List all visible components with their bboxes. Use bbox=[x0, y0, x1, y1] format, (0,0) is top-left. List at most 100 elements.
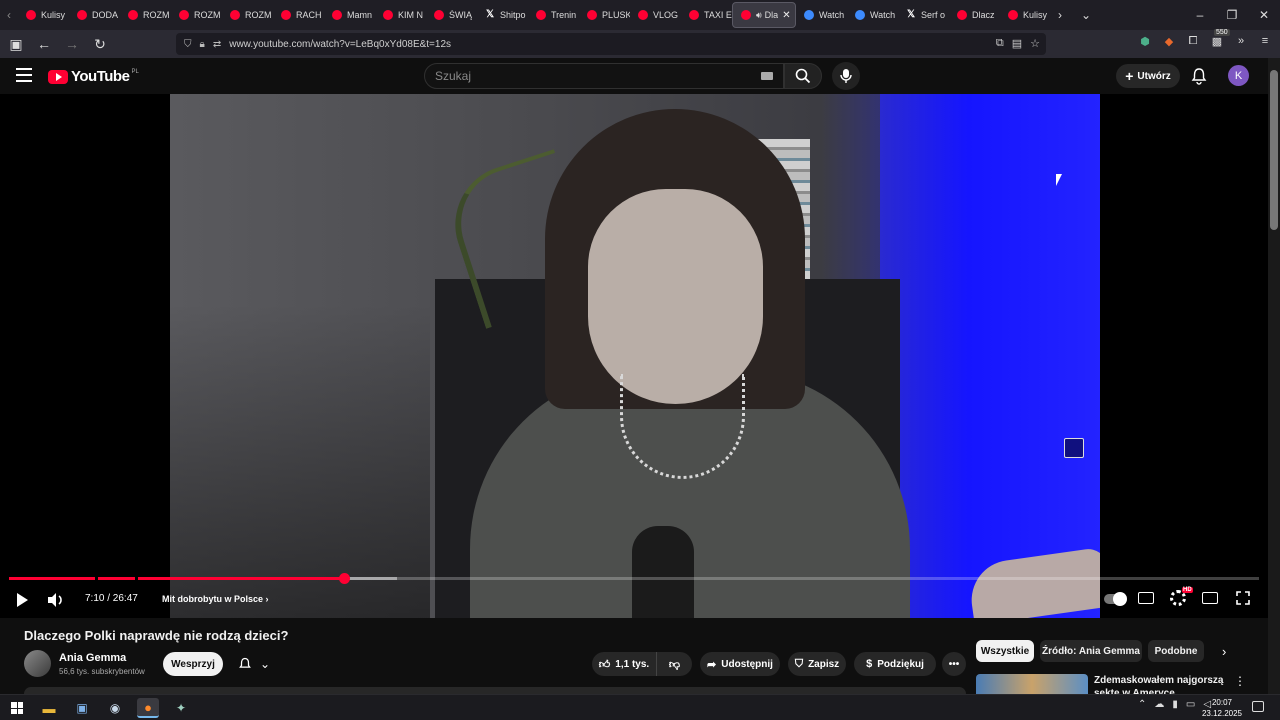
browser-tab[interactable]: Watch bbox=[796, 2, 847, 28]
like-button[interactable]: 👍︎ 1,1 tys. bbox=[592, 652, 656, 676]
voice-search-button[interactable] bbox=[832, 62, 860, 90]
sidebar-toggle-icon[interactable]: ▣ bbox=[4, 32, 28, 56]
browser-tab[interactable]: Kulisy bbox=[1000, 2, 1051, 28]
more-vertical-icon[interactable]: ⋮ bbox=[1234, 674, 1246, 688]
browser-tab[interactable]: Watch bbox=[847, 2, 898, 28]
thanks-button[interactable]: $ Podziękuj bbox=[854, 652, 936, 676]
extensions-puzzle-icon[interactable]: ⧠ bbox=[1186, 34, 1200, 48]
browser-tab[interactable]: KIM N bbox=[375, 2, 426, 28]
browser-tab[interactable]: 𝕏 Serf o bbox=[898, 2, 949, 28]
fox-extension-icon[interactable]: ◆ bbox=[1162, 34, 1176, 48]
browser-tab[interactable]: TAXI E bbox=[681, 2, 732, 28]
taskbar-clock[interactable]: 20:07 23.12.2025 bbox=[1196, 697, 1248, 719]
browser-tab[interactable]: 🔊︎ Dla ✕ bbox=[732, 2, 796, 28]
vpn-extension-icon[interactable]: ⬢ bbox=[1138, 34, 1152, 48]
tab-scroll-left-icon[interactable]: ‹ bbox=[0, 0, 18, 30]
browser-tab[interactable]: VLOG bbox=[630, 2, 681, 28]
share-button[interactable]: ➦ Udostępnij bbox=[700, 652, 780, 676]
usb-icon[interactable]: ▮ bbox=[1172, 699, 1178, 710]
browser-tab[interactable]: Trenin bbox=[528, 2, 579, 28]
firefox-icon[interactable]: ● bbox=[137, 698, 159, 718]
description-box[interactable] bbox=[24, 687, 966, 694]
forward-button[interactable]: → bbox=[60, 32, 84, 56]
network-icon[interactable]: ▭ bbox=[1186, 699, 1195, 710]
browser-tab[interactable]: ROZM bbox=[171, 2, 222, 28]
permissions-icon[interactable]: ⇄ bbox=[213, 39, 221, 50]
reload-button[interactable]: ↻ bbox=[88, 32, 112, 56]
guide-menu-icon[interactable] bbox=[16, 68, 32, 82]
more-actions-button[interactable]: ••• bbox=[942, 652, 966, 676]
browser-tab[interactable]: 𝕏 Shitpo bbox=[477, 2, 528, 28]
browser-tab[interactable]: ŚWIĄ bbox=[426, 2, 477, 28]
picture-in-picture-icon[interactable]: ⧉ bbox=[996, 37, 1004, 50]
chip-all[interactable]: Wszystkie bbox=[976, 640, 1034, 662]
browser-tab[interactable]: RACH bbox=[273, 2, 324, 28]
back-button[interactable]: ← bbox=[32, 32, 56, 56]
channel-name[interactable]: Ania Gemma bbox=[59, 652, 126, 664]
chip-related[interactable]: Podobne bbox=[1148, 640, 1204, 662]
subtitles-icon[interactable] bbox=[1138, 592, 1154, 604]
chips-next-chevron-icon[interactable]: › bbox=[1222, 644, 1226, 659]
theater-mode-icon[interactable] bbox=[1202, 592, 1218, 604]
maximize-button[interactable]: ❐ bbox=[1216, 0, 1248, 30]
video-actions: 👍︎ 1,1 tys. 👎︎ ➦ Udostępnij ⛉ Zapisz $ P… bbox=[592, 652, 972, 676]
tab-list-dropdown-icon[interactable]: ⌄ bbox=[1077, 0, 1095, 30]
dislike-button[interactable]: 👎︎ bbox=[656, 652, 692, 676]
recommendation-title[interactable]: Zdemaskowałem najgorszą sektę w Ameryce bbox=[1094, 674, 1224, 694]
notifications-bell-icon[interactable] bbox=[1190, 67, 1208, 85]
reader-view-icon[interactable]: ▤ bbox=[1012, 37, 1022, 50]
video-player[interactable]: 7:10 / 26:47 Mit dobrobytu w Polsce › HD bbox=[0, 94, 1268, 618]
overflow-menu-icon[interactable]: » bbox=[1234, 34, 1248, 48]
monitor-app-icon[interactable]: ▣ bbox=[71, 698, 93, 718]
progress-bar[interactable] bbox=[9, 573, 1259, 584]
browser-tab[interactable]: Kulisy bbox=[18, 2, 69, 28]
mute-button[interactable] bbox=[44, 588, 68, 612]
search-button[interactable] bbox=[784, 63, 822, 89]
progress-scrubber-handle[interactable] bbox=[339, 573, 350, 584]
minimize-button[interactable]: – bbox=[1184, 0, 1216, 30]
file-explorer-icon[interactable]: ▬ bbox=[38, 698, 60, 718]
autoplay-toggle[interactable] bbox=[1104, 592, 1127, 606]
lock-icon[interactable]: 🔒︎ bbox=[200, 39, 205, 50]
adblock-extension-icon[interactable]: ▩ 550 bbox=[1210, 29, 1230, 48]
fullscreen-icon[interactable] bbox=[1236, 591, 1250, 605]
browser-tab[interactable]: Mamn bbox=[324, 2, 375, 28]
scrollbar-thumb[interactable] bbox=[1270, 70, 1278, 230]
subscription-notifications-button[interactable]: ⌄ bbox=[230, 652, 278, 676]
tray-expand-icon[interactable]: ⌃ bbox=[1138, 699, 1146, 710]
save-button[interactable]: ⛉ Zapisz bbox=[788, 652, 846, 676]
app-menu-icon[interactable]: ≡ bbox=[1258, 34, 1272, 48]
browser-tab[interactable]: DODA bbox=[69, 2, 120, 28]
browser-tab[interactable]: Dlacz bbox=[949, 2, 1000, 28]
crop-overlay-icon[interactable] bbox=[1064, 438, 1084, 458]
search-input[interactable]: Szukaj bbox=[424, 63, 784, 89]
address-bar[interactable]: ⛉ 🔒︎ ⇄ www.youtube.com/watch?v=LeBq0xYd0… bbox=[176, 33, 1046, 55]
create-button[interactable]: + Utwórz bbox=[1116, 64, 1180, 88]
video-frame[interactable] bbox=[170, 94, 1100, 618]
keyboard-icon[interactable] bbox=[761, 72, 773, 80]
notification-center-icon[interactable] bbox=[1252, 701, 1264, 712]
page-scrollbar[interactable] bbox=[1268, 58, 1280, 694]
tab-scroll-right-icon[interactable]: › bbox=[1051, 0, 1069, 30]
browser-tab[interactable]: ROZM bbox=[222, 2, 273, 28]
app-icon[interactable]: ✦ bbox=[170, 698, 192, 718]
support-button[interactable]: Wesprzyj bbox=[163, 652, 223, 676]
browser-tab[interactable]: PLUSK bbox=[579, 2, 630, 28]
browser-tab[interactable]: ROZM bbox=[120, 2, 171, 28]
close-window-button[interactable]: ✕ bbox=[1248, 0, 1280, 30]
steam-icon[interactable]: ◉ bbox=[104, 698, 126, 718]
youtube-logo[interactable]: YouTube PL bbox=[48, 68, 139, 85]
tab-close-icon[interactable]: ✕ bbox=[782, 10, 790, 21]
channel-avatar[interactable] bbox=[24, 650, 51, 677]
chip-source-channel[interactable]: Źródło: Ania Gemma bbox=[1040, 640, 1142, 662]
start-button[interactable] bbox=[6, 698, 28, 718]
shield-icon[interactable]: ⛉ bbox=[184, 39, 192, 50]
recommendation-item[interactable]: Zdemaskowałem najgorszą sektę w Ameryce … bbox=[976, 672, 1266, 694]
cloud-icon[interactable]: ☁ bbox=[1154, 699, 1164, 710]
account-avatar[interactable]: K bbox=[1228, 65, 1249, 86]
speaker-icon[interactable]: 🔊︎ bbox=[756, 10, 762, 21]
bookmark-star-icon[interactable]: ☆ bbox=[1030, 37, 1040, 50]
chapter-title-button[interactable]: Mit dobrobytu w Polsce › bbox=[162, 594, 269, 604]
play-button[interactable] bbox=[10, 588, 34, 612]
recommendation-thumbnail[interactable] bbox=[976, 674, 1088, 694]
